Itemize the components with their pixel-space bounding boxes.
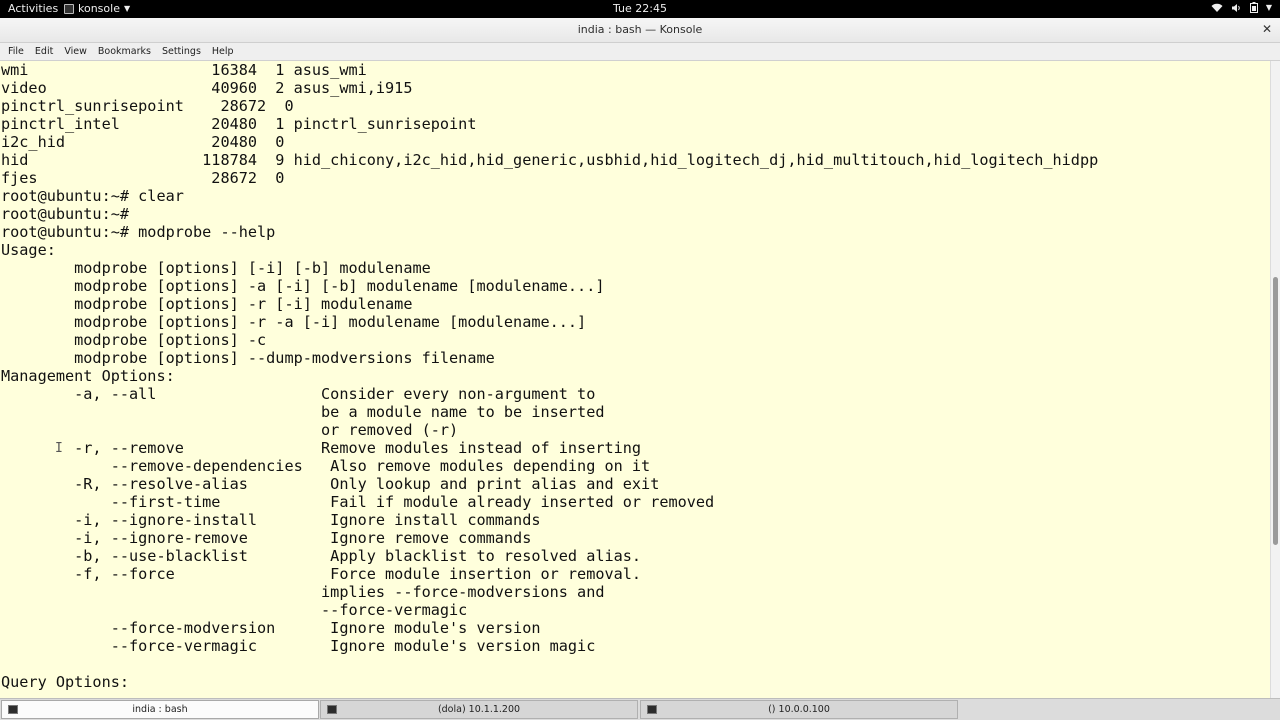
menu-settings[interactable]: Settings (162, 46, 201, 57)
tab-bar: india : bash (dola) 10.1.1.200 () 10.0.0… (0, 698, 1280, 720)
terminal-line: --remove-dependencies Also remove module… (1, 457, 651, 475)
terminal-line: -a, --all Consider every non-argument to (1, 385, 596, 403)
terminal-line: modprobe [options] -a [-i] [-b] modulena… (1, 277, 605, 295)
terminal-scrollbar[interactable] (1270, 61, 1280, 698)
battery-icon (1249, 2, 1258, 13)
terminal-line: --force-modversion Ignore module's versi… (1, 619, 541, 637)
terminal-line: Query Options: (1, 673, 130, 691)
terminal-line: pinctrl_intel 20480 1 pinctrl_sunrisepoi… (1, 115, 477, 133)
wifi-icon (1211, 3, 1223, 13)
menu-bar: File Edit View Bookmarks Settings Help (0, 43, 1280, 61)
terminal-line: wmi 16384 1 asus_wmi (1, 61, 367, 79)
terminal-line: -b, --use-blacklist Apply blacklist to r… (1, 547, 642, 565)
activities-button[interactable]: Activities (8, 2, 58, 15)
tab-label: () 10.0.0.100 (768, 704, 830, 715)
terminal-line: root@ubuntu:~# (1, 205, 130, 223)
app-menu[interactable]: konsole ▼ (64, 2, 130, 15)
terminal-line: -i, --ignore-remove Ignore remove comman… (1, 529, 532, 547)
menu-bookmarks[interactable]: Bookmarks (98, 46, 151, 57)
menu-file[interactable]: File (8, 46, 24, 57)
terminal-line: --first-time Fail if module already inse… (1, 493, 715, 511)
chevron-down-icon: ▼ (123, 4, 131, 13)
clock[interactable]: Tue 22:45 (613, 2, 667, 15)
terminal-line: -r, --remove Remove modules instead of i… (1, 439, 642, 457)
terminal-line: be a module name to be inserted (1, 403, 605, 421)
app-menu-label: konsole (78, 2, 120, 15)
terminal-line: video 40960 2 asus_wmi,i915 (1, 79, 413, 97)
terminal-line: pinctrl_sunrisepoint 28672 0 (1, 97, 294, 115)
terminal-line: hid 118784 9 hid_chicony,i2c_hid,hid_gen… (1, 151, 1099, 169)
gnome-top-bar: Activities konsole ▼ Tue 22:45 ▼ (0, 0, 1280, 18)
terminal-view[interactable]: wmi 16384 1 asus_wmi video 40960 2 asus_… (0, 61, 1270, 698)
terminal-icon (8, 705, 18, 714)
terminal-icon (647, 705, 657, 714)
terminal-line: --force-vermagic Ignore module's version… (1, 637, 596, 655)
scrollbar-thumb[interactable] (1273, 277, 1278, 545)
menu-help[interactable]: Help (212, 46, 234, 57)
terminal-line: root@ubuntu:~# clear (1, 187, 184, 205)
window-title: india : bash — Konsole (577, 23, 703, 36)
terminal-output: wmi 16384 1 asus_wmi video 40960 2 asus_… (1, 61, 1098, 691)
close-icon[interactable]: ✕ (1262, 22, 1272, 36)
window-titlebar[interactable]: india : bash — Konsole ✕ (0, 18, 1280, 43)
chevron-down-icon: ▼ (1265, 3, 1272, 12)
system-menu[interactable]: ▼ (1211, 2, 1272, 13)
terminal-line: modprobe [options] -r -a [-i] modulename… (1, 313, 587, 331)
terminal-icon (327, 705, 337, 714)
terminal-line: modprobe [options] -r [-i] modulename (1, 295, 413, 313)
terminal-line: --force-vermagic (1, 601, 468, 619)
menu-view[interactable]: View (64, 46, 87, 57)
tab-dola[interactable]: (dola) 10.1.1.200 (320, 700, 638, 719)
terminal-line: i2c_hid 20480 0 (1, 133, 285, 151)
terminal-line: modprobe [options] --dump-modversions fi… (1, 349, 495, 367)
tab-label: (dola) 10.1.1.200 (437, 704, 521, 715)
terminal-line: modprobe [options] [-i] [-b] modulename (1, 259, 431, 277)
terminal-line: modprobe [options] -c (1, 331, 267, 349)
konsole-app-icon (64, 3, 74, 14)
volume-icon (1231, 3, 1242, 13)
menu-edit[interactable]: Edit (35, 46, 53, 57)
terminal-line: -f, --force Force module insertion or re… (1, 565, 642, 583)
terminal-line: or removed (-r) (1, 421, 459, 439)
terminal-line: fjes 28672 0 (1, 169, 285, 187)
tab-label: india : bash (132, 704, 188, 715)
text-cursor-icon: I (55, 441, 63, 456)
terminal-line: root@ubuntu:~# modprobe --help (1, 223, 276, 241)
tab-india-bash[interactable]: india : bash (1, 700, 319, 719)
terminal-line: Usage: (1, 241, 56, 259)
terminal-line: implies --force-modversions and (1, 583, 605, 601)
terminal-line: Management Options: (1, 367, 175, 385)
terminal-line: -i, --ignore-install Ignore install comm… (1, 511, 541, 529)
tab-10-0-0-100[interactable]: () 10.0.0.100 (640, 700, 958, 719)
terminal-line: -R, --resolve-alias Only lookup and prin… (1, 475, 660, 493)
